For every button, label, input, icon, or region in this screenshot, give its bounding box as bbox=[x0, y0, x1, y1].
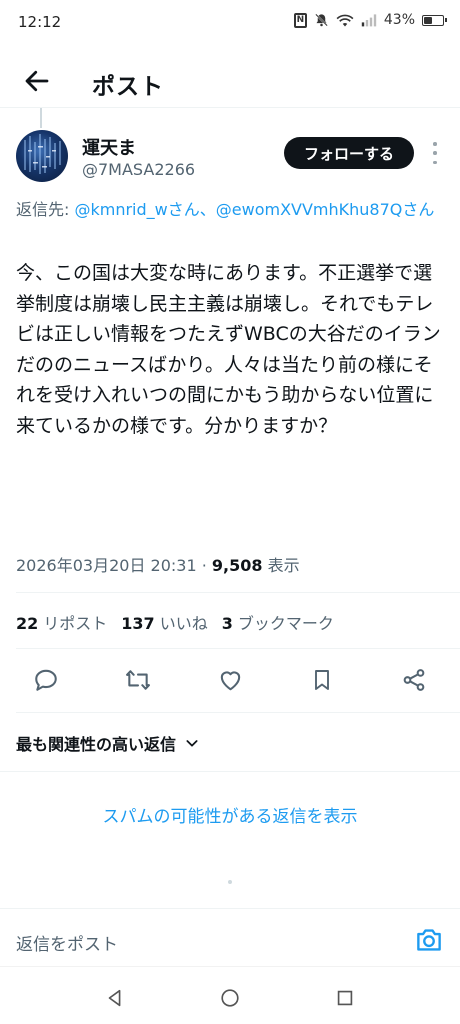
reply-sort-label: 最も関連性の高い返信 bbox=[16, 735, 177, 754]
author-name[interactable]: 運天ま bbox=[82, 134, 136, 160]
back-arrow-icon[interactable] bbox=[22, 66, 52, 96]
more-options-icon[interactable] bbox=[430, 142, 440, 164]
reply-input[interactable]: 返信をポスト bbox=[16, 930, 118, 955]
battery-icon bbox=[422, 14, 447, 26]
likes-stat[interactable]: 137 いいね bbox=[121, 610, 207, 634]
status-icons: N 43% bbox=[293, 12, 447, 28]
status-bar: 12:12 N 43% bbox=[0, 0, 460, 44]
reply-mention-link[interactable]: @kmnrid_w bbox=[74, 200, 167, 219]
views-count: 9,508 bbox=[211, 556, 263, 575]
follow-button[interactable]: フォローする bbox=[284, 137, 414, 169]
reply-mention-link[interactable]: @ewomXVVmhKhu87Q bbox=[216, 200, 403, 219]
reposts-label: リポスト bbox=[43, 614, 108, 633]
bookmarks-label: ブックマーク bbox=[237, 614, 334, 633]
show-spam-replies-link[interactable]: スパムの可能性がある返信を表示 bbox=[0, 802, 460, 827]
nav-home-icon[interactable] bbox=[219, 987, 241, 1009]
thread-line bbox=[40, 108, 42, 128]
avatar[interactable] bbox=[16, 130, 68, 182]
loading-dot bbox=[228, 880, 232, 884]
status-time: 12:12 bbox=[18, 13, 62, 31]
chevron-down-icon bbox=[186, 740, 198, 747]
author-handle[interactable]: @7MASA2266 bbox=[82, 160, 195, 179]
tweet-meta: 2026年03月20日 20:31 · 9,508 表示 bbox=[16, 552, 300, 576]
avatar-image bbox=[24, 134, 61, 174]
repost-button[interactable] bbox=[122, 664, 154, 696]
nav-recents-icon[interactable] bbox=[334, 987, 356, 1009]
mute-bell-icon bbox=[315, 13, 328, 27]
divider bbox=[16, 712, 460, 713]
reply-mention-suffix: さん bbox=[402, 200, 435, 219]
page-title: ポスト bbox=[92, 74, 164, 100]
reply-composer: 返信をポスト bbox=[0, 908, 460, 966]
like-button[interactable] bbox=[214, 664, 246, 696]
like-icon bbox=[220, 671, 240, 691]
battery-percent: 43% bbox=[383, 12, 415, 28]
views-label: 表示 bbox=[262, 556, 300, 575]
likes-label: いいね bbox=[159, 614, 208, 633]
bookmarks-stat[interactable]: 3 ブックマーク bbox=[222, 610, 334, 634]
reply-button[interactable] bbox=[30, 664, 62, 696]
battery-level bbox=[424, 16, 432, 24]
reply-mention-separator: さん、 bbox=[167, 200, 216, 219]
bookmark-icon bbox=[315, 670, 329, 690]
nfc-icon: N bbox=[293, 12, 307, 28]
repost-icon bbox=[126, 670, 150, 690]
nav-back-icon[interactable] bbox=[104, 987, 126, 1009]
divider bbox=[16, 592, 460, 593]
share-icon bbox=[403, 669, 425, 691]
divider bbox=[0, 771, 460, 772]
action-bar bbox=[0, 660, 460, 700]
wifi-icon bbox=[336, 14, 354, 26]
tweet-stats: 22 リポスト 137 いいね 3 ブックマーク bbox=[16, 610, 334, 634]
reply-sort-dropdown[interactable]: 最も関連性の高い返信 bbox=[16, 731, 200, 755]
bookmarks-count: 3 bbox=[221, 614, 233, 633]
likes-count: 137 bbox=[121, 614, 155, 633]
share-button[interactable] bbox=[398, 664, 430, 696]
reply-icon bbox=[35, 669, 57, 691]
reply-to-prefix: 返信先: bbox=[16, 200, 75, 219]
tweet-text: 今、この国は大変な時にあります。不正選挙で選挙制度は崩壊し民主主義は崩壊し。それ… bbox=[16, 262, 441, 437]
camera-icon[interactable] bbox=[414, 927, 444, 953]
page-header: ポスト bbox=[0, 56, 460, 108]
meta-separator: · bbox=[196, 556, 212, 575]
divider bbox=[16, 648, 460, 649]
reply-to-line: 返信先: @kmnrid_wさん、@ewomXVVmhKhu87Qさん bbox=[16, 198, 460, 221]
reposts-count: 22 bbox=[16, 614, 39, 633]
signal-icon bbox=[361, 14, 377, 27]
tweet-datetime[interactable]: 2026年03月20日 20:31 bbox=[16, 556, 197, 575]
system-nav-bar bbox=[0, 966, 460, 1024]
bookmark-button[interactable] bbox=[306, 664, 338, 696]
reposts-stat[interactable]: 22 リポスト bbox=[16, 610, 107, 634]
